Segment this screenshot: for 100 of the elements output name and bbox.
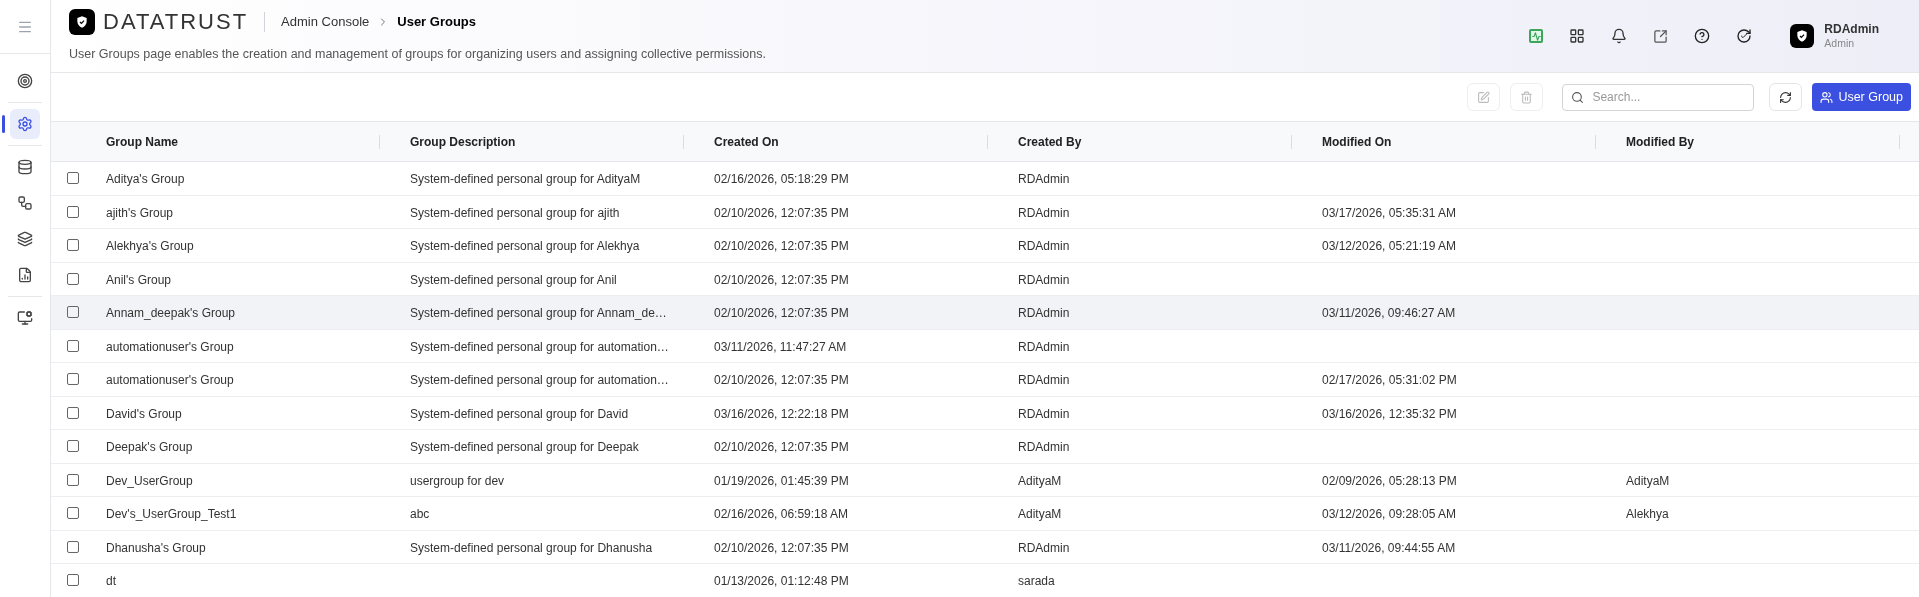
table-cell: Annam_deepak's Group [106,306,236,321]
table-cell: dt [106,574,116,589]
column-header[interactable]: Modified By [1626,132,1694,151]
column-header[interactable]: Created By [1018,132,1082,151]
row-checkbox[interactable] [67,239,79,252]
column-header[interactable]: Group Description [410,132,516,151]
table-cell: 01/19/2026, 01:45:39 PM [714,473,849,488]
table-cell: Anil's Group [106,272,171,287]
table-cell: 03/11/2026, 09:44:55 AM [1322,540,1456,555]
table-cell: RDAdmin [1018,540,1070,555]
user-name: RDAdmin [1824,21,1879,37]
apps-icon[interactable] [1569,28,1586,44]
external-link-icon[interactable] [1653,28,1669,44]
settings-icon [17,116,33,132]
table-cell: Dev_UserGroup [106,473,193,488]
database-icon [17,159,33,175]
table-cell: usergroup for dev [410,473,505,488]
table-cell: System-defined personal group for automation… [410,373,669,388]
search-field[interactable]: Search... [1562,83,1755,111]
table-cell: 02/09/2026, 05:28:13 PM [1322,473,1457,488]
refresh-icon [1779,90,1793,104]
table-cell: AdityaM [1018,473,1062,488]
table-cell: 02/10/2026, 12:07:35 PM [714,205,849,220]
column-header[interactable]: Modified On [1322,132,1392,151]
table-cell: RDAdmin [1018,205,1070,220]
report-icon [17,267,33,283]
row-checkbox[interactable] [67,172,79,185]
table-cell: System-defined personal group for AdityaM [410,172,641,187]
table-cell: automationuser's Group [106,373,234,388]
activity-icon[interactable] [1529,29,1544,43]
column-header[interactable]: Created On [714,132,779,151]
row-checkbox[interactable] [67,272,79,285]
row-checkbox[interactable] [67,540,79,553]
table-cell: 03/16/2026, 12:22:18 PM [714,406,849,421]
sidebar-item[interactable] [10,109,40,139]
refresh-check-icon[interactable] [1736,28,1753,44]
table-cell: sarada [1018,574,1055,589]
table-cell: Alekhya's Group [106,239,194,254]
table-cell: 03/17/2026, 05:35:31 AM [1322,205,1457,220]
layers-icon [17,231,33,247]
table-cell: RDAdmin [1018,306,1070,321]
row-checkbox[interactable] [67,406,79,419]
table-cell: abc [410,507,430,522]
table-cell: Aditya's Group [106,172,185,187]
brand-name: DATATRUST [103,10,249,33]
table-cell: 02/16/2026, 06:59:18 AM [714,507,849,522]
table-cell: RDAdmin [1018,339,1070,354]
shield-icon [1795,29,1810,43]
user-avatar[interactable] [1790,24,1815,48]
row-checkbox[interactable] [67,473,79,486]
table-cell: System-defined personal group for Anil [410,272,617,287]
table-cell: System-defined personal group for Alekhya [410,239,640,254]
table-cell: 02/10/2026, 12:07:35 PM [714,540,849,555]
table-cell: David's Group [106,406,182,421]
table-cell: 03/11/2026, 11:47:27 AM [714,339,847,354]
add-user-group-button[interactable]: User Group [1812,83,1911,111]
row-checkbox[interactable] [67,373,79,386]
table-cell: 02/17/2026, 05:31:02 PM [1322,373,1457,388]
row-checkbox[interactable] [67,440,79,453]
row-checkbox[interactable] [67,339,79,352]
column-header[interactable]: Group Name [106,132,178,151]
table-cell: AdityaM [1018,507,1062,522]
table-row[interactable]: Annam_deepak's Group System-defined personal group for Annam_de… 02/10/2026, 12:07:35 PM RDAdmin 03/11/2026, 09:46:27 AM [51,296,1919,330]
row-checkbox[interactable] [67,574,79,587]
edit-icon [1477,90,1491,104]
table-cell: 01/13/2026, 01:12:48 PM [714,574,849,589]
shield-icon [75,14,89,29]
row-checkbox[interactable] [67,205,79,218]
table-cell: RDAdmin [1018,440,1070,455]
table-cell: Dhanusha's Group [106,540,206,555]
table-cell: AdityaM [1626,473,1670,488]
user-role: Admin [1824,36,1856,51]
trash-icon [1520,90,1534,104]
table-cell: automationuser's Group [106,339,234,354]
table-cell: System-defined personal group for Annam_de… [410,306,667,321]
table-cell: 03/12/2026, 09:28:05 AM [1322,507,1457,522]
table-cell: 03/11/2026, 09:46:27 AM [1322,306,1456,321]
row-checkbox[interactable] [67,306,79,319]
table-cell: 02/10/2026, 12:07:35 PM [714,239,849,254]
active-indicator [2,115,5,133]
table-cell: System-defined personal group for Deepak [410,440,639,455]
notification-icon[interactable] [1611,28,1628,44]
table-cell: 02/10/2026, 12:07:35 PM [714,373,849,388]
refresh-button[interactable] [1769,83,1803,111]
table-cell: System-defined personal group for automation… [410,339,669,354]
row-checkbox[interactable] [67,507,79,520]
table-cell: Alekhya [1626,507,1669,522]
table-cell: 02/10/2026, 12:07:35 PM [714,272,849,287]
monitor-icon [17,310,33,326]
target-icon [17,73,33,89]
table-cell: 02/16/2026, 05:18:29 PM [714,172,849,187]
table-cell: System-defined personal group for David [410,406,629,421]
help-icon[interactable] [1694,28,1711,44]
workflow-icon [17,195,33,211]
table-cell: 02/10/2026, 12:07:35 PM [714,306,849,321]
table-cell: RDAdmin [1018,272,1070,287]
page-description: User Groups page enables the creation and management of groups for organizing users and assigning collective permissions. [69,45,766,63]
breadcrumb-item[interactable]: Admin Console [281,11,370,32]
search-icon [1571,90,1585,104]
table-cell: 03/16/2026, 12:35:32 PM [1322,406,1457,421]
